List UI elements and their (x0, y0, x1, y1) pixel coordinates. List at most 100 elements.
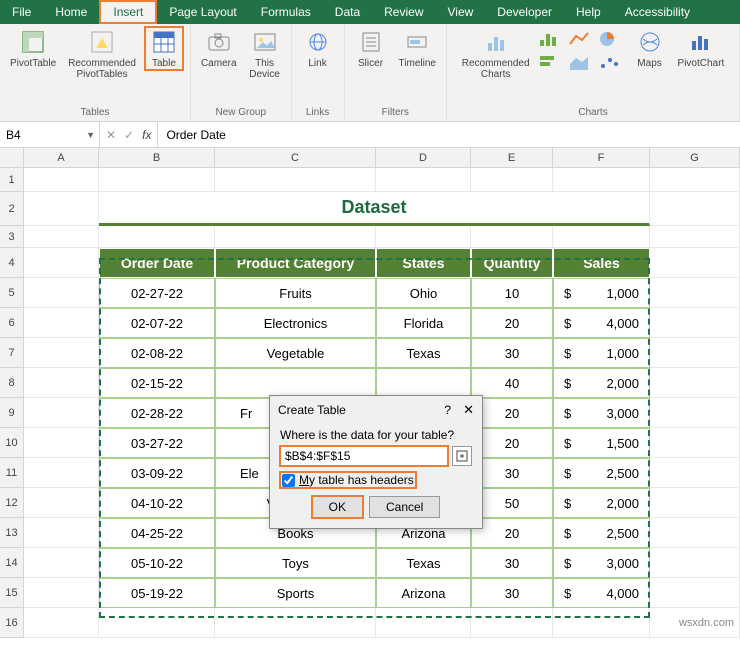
row-header-8[interactable]: 8 (0, 368, 24, 398)
cell-G11[interactable] (650, 458, 740, 488)
menu-tab-data[interactable]: Data (323, 0, 372, 24)
maps-button[interactable]: Maps (630, 26, 670, 71)
pivottable-button[interactable]: PivotTable (6, 26, 60, 71)
cell-F9[interactable]: $3,000 (553, 398, 650, 428)
cell-G10[interactable] (650, 428, 740, 458)
cell-E4[interactable]: Quantity (471, 248, 553, 278)
cell-D15[interactable]: Arizona (376, 578, 471, 608)
pie-chart-icon[interactable] (598, 30, 626, 52)
scatter-chart-icon[interactable] (598, 54, 626, 76)
timeline-button[interactable]: Timeline (395, 26, 440, 71)
cell-D4[interactable]: States (376, 248, 471, 278)
col-header-d[interactable]: D (376, 148, 471, 168)
cancel-button[interactable]: Cancel (369, 496, 440, 518)
cell-C6[interactable]: Electronics (215, 308, 376, 338)
cell-A9[interactable] (24, 398, 99, 428)
cell-B3[interactable] (99, 226, 215, 248)
cell-B11[interactable]: 03-09-22 (99, 458, 215, 488)
row-header-16[interactable]: 16 (0, 608, 24, 638)
cell-G2[interactable] (650, 192, 740, 226)
col-header-c[interactable]: C (215, 148, 376, 168)
cell-A10[interactable] (24, 428, 99, 458)
cell-C3[interactable] (215, 226, 376, 248)
name-box[interactable]: B4 ▼ (0, 122, 100, 147)
cell-F1[interactable] (553, 168, 650, 192)
cell-F6[interactable]: $4,000 (553, 308, 650, 338)
menu-tab-insert[interactable]: Insert (99, 0, 157, 24)
table-has-headers-checkbox[interactable] (282, 474, 295, 487)
cell-B9[interactable]: 02-28-22 (99, 398, 215, 428)
cell-A4[interactable] (24, 248, 99, 278)
cell-A14[interactable] (24, 548, 99, 578)
cell-D7[interactable]: Texas (376, 338, 471, 368)
bar-chart-icon[interactable] (538, 30, 566, 52)
menu-tab-help[interactable]: Help (564, 0, 613, 24)
row-header-2[interactable]: 2 (0, 192, 24, 226)
cell-C7[interactable]: Vegetable (215, 338, 376, 368)
cell-F15[interactable]: $4,000 (553, 578, 650, 608)
cell-E1[interactable] (471, 168, 553, 192)
accept-formula-icon[interactable]: ✓ (124, 128, 134, 142)
cell-F8[interactable]: $2,000 (553, 368, 650, 398)
cell-E9[interactable]: 20 (471, 398, 553, 428)
table-button[interactable]: Table (144, 26, 184, 71)
cell-D5[interactable]: Ohio (376, 278, 471, 308)
cell-C1[interactable] (215, 168, 376, 192)
cell-D16[interactable] (376, 608, 471, 638)
dialog-help-icon[interactable]: ? (444, 403, 451, 417)
cell-E10[interactable]: 20 (471, 428, 553, 458)
cell-B16[interactable] (99, 608, 215, 638)
ok-button[interactable]: OK (312, 496, 363, 518)
col-header-f[interactable]: F (553, 148, 650, 168)
cell-A2[interactable] (24, 192, 99, 226)
cell-G7[interactable] (650, 338, 740, 368)
name-box-dropdown-icon[interactable]: ▼ (86, 130, 95, 140)
cell-G15[interactable] (650, 578, 740, 608)
col-header-a[interactable]: A (24, 148, 99, 168)
row-header-6[interactable]: 6 (0, 308, 24, 338)
select-all-corner[interactable] (0, 148, 24, 168)
cell-C14[interactable]: Toys (215, 548, 376, 578)
cell-E14[interactable]: 30 (471, 548, 553, 578)
cell-G14[interactable] (650, 548, 740, 578)
cell-A11[interactable] (24, 458, 99, 488)
cell-C15[interactable]: Sports (215, 578, 376, 608)
cell-E16[interactable] (471, 608, 553, 638)
cell-D1[interactable] (376, 168, 471, 192)
hbar-chart-icon[interactable] (538, 54, 566, 76)
slicer-button[interactable]: Slicer (351, 26, 391, 71)
dialog-close-icon[interactable]: ✕ (463, 402, 474, 418)
row-header-13[interactable]: 13 (0, 518, 24, 548)
cell-D8[interactable] (376, 368, 471, 398)
cell-G6[interactable] (650, 308, 740, 338)
cell-B4[interactable]: Order Date (99, 248, 215, 278)
cell-C8[interactable] (215, 368, 376, 398)
cell-F12[interactable]: $2,000 (553, 488, 650, 518)
cell-G13[interactable] (650, 518, 740, 548)
cell-A8[interactable] (24, 368, 99, 398)
menu-tab-accessibility[interactable]: Accessibility (613, 0, 702, 24)
cell-F16[interactable] (553, 608, 650, 638)
cell-F3[interactable] (553, 226, 650, 248)
cell-E5[interactable]: 10 (471, 278, 553, 308)
cell-F11[interactable]: $2,500 (553, 458, 650, 488)
cell-G9[interactable] (650, 398, 740, 428)
cell-C16[interactable] (215, 608, 376, 638)
cell-A13[interactable] (24, 518, 99, 548)
cell-A12[interactable] (24, 488, 99, 518)
cell-A3[interactable] (24, 226, 99, 248)
menu-tab-review[interactable]: Review (372, 0, 435, 24)
cell-B12[interactable]: 04-10-22 (99, 488, 215, 518)
menu-tab-developer[interactable]: Developer (485, 0, 564, 24)
fx-icon[interactable]: fx (142, 128, 151, 142)
recommended-charts-button[interactable]: RecommendedCharts (458, 26, 534, 82)
menu-tab-formulas[interactable]: Formulas (249, 0, 323, 24)
menu-tab-home[interactable]: Home (43, 0, 99, 24)
cell-F4[interactable]: Sales (553, 248, 650, 278)
cell-B14[interactable]: 05-10-22 (99, 548, 215, 578)
cell-A15[interactable] (24, 578, 99, 608)
col-header-e[interactable]: E (471, 148, 553, 168)
cell-B5[interactable]: 02-27-22 (99, 278, 215, 308)
cell-F13[interactable]: $2,500 (553, 518, 650, 548)
cell-A16[interactable] (24, 608, 99, 638)
